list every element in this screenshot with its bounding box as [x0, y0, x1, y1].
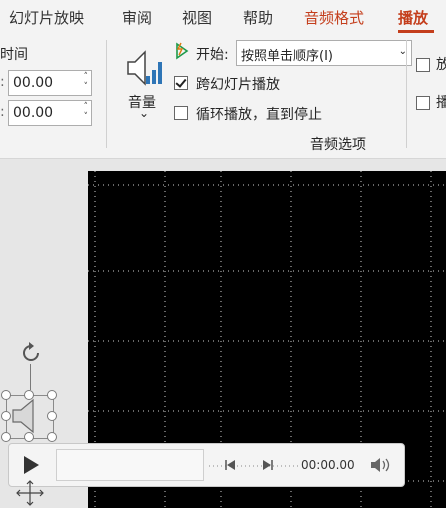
playback-time: 00:00.00: [301, 458, 355, 472]
start-trigger-icon: [176, 42, 189, 60]
audio-options-group-label: 音频选项: [310, 137, 366, 153]
start-dropdown-value: 按照单击顺序(I): [241, 49, 333, 64]
fade-out-spinner[interactable]: 00.00 ˄ ˅: [8, 100, 92, 126]
rotate-handle-icon[interactable]: [18, 340, 44, 366]
ribbon-tab-bar: 幻灯片放映 审阅 视图 帮助 音频格式 播放: [0, 0, 446, 34]
active-tab-indicator: [398, 30, 434, 33]
tab-view[interactable]: 视图: [182, 7, 212, 28]
resize-handle[interactable]: [1, 390, 11, 400]
tab-help[interactable]: 帮助: [243, 7, 273, 28]
loop-until-stopped-checkbox[interactable]: [174, 106, 188, 120]
group-separator: [106, 40, 107, 148]
tab-playback[interactable]: 播放: [398, 7, 428, 28]
play-icon[interactable]: [21, 454, 41, 476]
tab-review[interactable]: 审阅: [122, 7, 152, 28]
fade-in-label-fragment: :: [0, 74, 5, 90]
playback-progress-track[interactable]: [56, 449, 204, 481]
loop-until-stopped-label: 循环播放，直到停止: [196, 107, 322, 123]
resize-handle[interactable]: [24, 390, 34, 400]
tab-audio-format[interactable]: 音频格式: [304, 7, 364, 28]
resize-handle[interactable]: [47, 432, 57, 442]
start-label: 开始:: [196, 47, 229, 63]
ribbon-playback-panel: 时间 : 00.00 ˄ ˅ : 00.00 ˄ ˅ 音量 ⌄ 开始: 按照单击顺序…: [0, 34, 446, 159]
speaker-icon: [12, 398, 34, 434]
volume-icon: [127, 50, 162, 86]
play-across-slides-checkbox[interactable]: [174, 76, 188, 90]
fade-in-value: 00.00: [13, 75, 54, 91]
mute-volume-icon[interactable]: [370, 457, 392, 473]
volume-button[interactable]: 音量 ⌄: [122, 42, 168, 122]
timing-group-label: 时间: [0, 47, 28, 63]
rotate-handle-connector: [30, 364, 31, 390]
spinner-arrows-icon[interactable]: ˄ ˅: [84, 72, 89, 92]
rewind-after-playing-checkbox[interactable]: [416, 96, 430, 110]
fade-out-value: 00.00: [13, 105, 54, 121]
skip-forward-icon[interactable]: [261, 458, 275, 472]
group-separator: [406, 40, 407, 148]
spinner-arrows-icon[interactable]: ˄ ˅: [84, 102, 89, 122]
hide-during-show-checkbox[interactable]: [416, 58, 430, 72]
skip-back-icon[interactable]: [223, 458, 237, 472]
resize-handle[interactable]: [1, 432, 11, 442]
fade-out-label-fragment: :: [0, 104, 5, 120]
audio-player-bar: 00:00.00: [8, 443, 405, 487]
move-handle-icon[interactable]: [13, 478, 47, 508]
play-across-slides-label: 跨幻灯片播放: [196, 77, 280, 93]
resize-handle[interactable]: [24, 432, 34, 442]
hide-during-show-label: 放: [436, 57, 446, 73]
resize-handle[interactable]: [47, 390, 57, 400]
tab-slideshow[interactable]: 幻灯片放映: [9, 7, 84, 28]
rewind-after-playing-label: 播: [436, 95, 446, 111]
chevron-down-icon: ⌄: [139, 106, 150, 120]
fade-in-spinner[interactable]: 00.00 ˄ ˅: [8, 70, 92, 96]
resize-handle[interactable]: [47, 411, 57, 421]
resize-handle[interactable]: [1, 411, 11, 421]
start-dropdown[interactable]: 按照单击顺序(I) ⌄: [236, 40, 412, 66]
